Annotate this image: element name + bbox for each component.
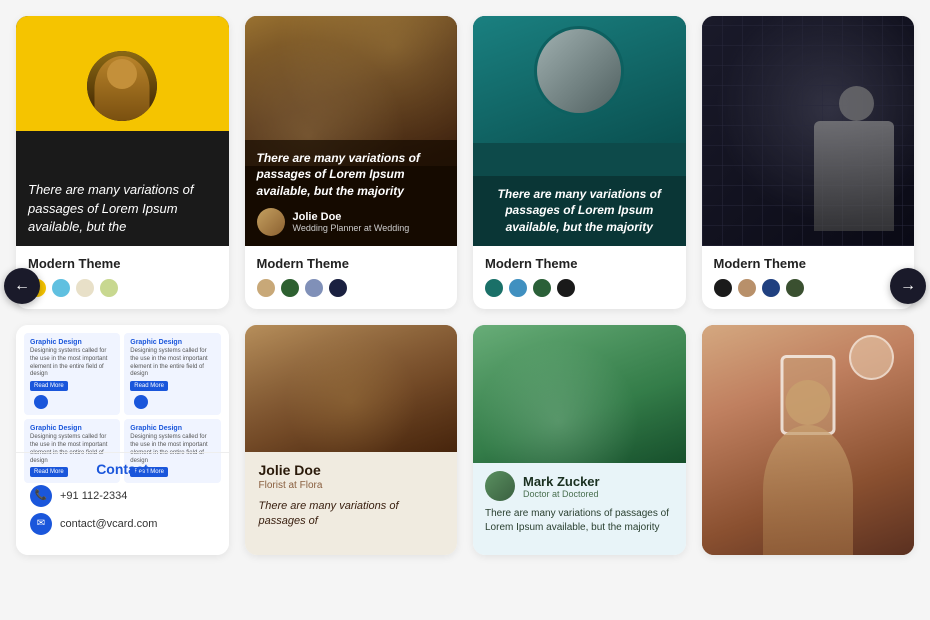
card6-quote: There are many variations of passages of	[259, 499, 444, 530]
card7-text: There are many variations of passages of…	[485, 507, 674, 535]
card7-name: Mark Zucker	[523, 474, 600, 489]
card-3-colors	[485, 279, 674, 297]
color-dot[interactable]	[738, 279, 756, 297]
nav-left-arrow[interactable]: ←	[4, 268, 40, 304]
nav-right-arrow[interactable]: →	[890, 268, 926, 304]
card-5-image: Graphic Design Designing systems called …	[16, 325, 229, 555]
color-dot[interactable]	[305, 279, 323, 297]
card-4-theme: Modern Theme	[714, 256, 903, 271]
card-7-image: Mark Zucker Doctor at Doctored There are…	[473, 325, 686, 555]
card2-author: Jolie Doe Wedding Planner at Wedding	[257, 208, 446, 236]
card-1-body: Modern Theme	[16, 246, 229, 309]
color-dot[interactable]	[485, 279, 503, 297]
color-dot[interactable]	[281, 279, 299, 297]
card-2-colors	[257, 279, 446, 297]
card-7: Mark Zucker Doctor at Doctored There are…	[473, 325, 686, 555]
card-2: There are many variations of passages of…	[245, 16, 458, 309]
card7-author: Mark Zucker Doctor at Doctored	[485, 471, 674, 501]
card-1-theme: Modern Theme	[28, 256, 217, 271]
color-dot[interactable]	[786, 279, 804, 297]
card-2-body: Modern Theme	[245, 246, 458, 309]
card5-phone-item: 📞 +91 112-2334	[30, 485, 215, 507]
card6-role: Florist at Flora	[259, 480, 444, 491]
card2-avatar	[257, 208, 285, 236]
card5-mini-1: Graphic Design Designing systems called …	[24, 333, 120, 415]
card-3: There are many variations of passages of…	[473, 16, 686, 309]
color-dot[interactable]	[533, 279, 551, 297]
color-dot[interactable]	[714, 279, 732, 297]
color-dot[interactable]	[557, 279, 575, 297]
card-8-image	[702, 325, 915, 555]
card-1: There are many variations of passages of…	[16, 16, 229, 309]
card-4-colors	[714, 279, 903, 297]
card6-name: Jolie Doe	[259, 462, 444, 478]
card5-contact-title: Contact	[30, 461, 215, 477]
card-6-image: Jolie Doe Florist at Flora There are man…	[245, 325, 458, 555]
phone-icon: 📞	[30, 485, 52, 507]
card-3-theme: Modern Theme	[485, 256, 674, 271]
card3-quote: There are many variations of passages of…	[487, 186, 672, 236]
card2-author-role: Wedding Planner at Wedding	[293, 223, 410, 233]
color-dot[interactable]	[76, 279, 94, 297]
card7-role: Doctor at Doctored	[523, 489, 600, 499]
card-8	[702, 325, 915, 555]
card5-email-item: ✉ contact@vcard.com	[30, 513, 215, 535]
card5-mini-2: Graphic Design Designing systems called …	[124, 333, 220, 415]
card-3-body: Modern Theme	[473, 246, 686, 309]
card-3-image: There are many variations of passages of…	[473, 16, 686, 246]
card2-quote: There are many variations of passages of…	[257, 150, 446, 200]
email-icon: ✉	[30, 513, 52, 535]
card-2-image: There are many variations of passages of…	[245, 16, 458, 246]
card-5: Graphic Design Designing systems called …	[16, 325, 229, 555]
card-1-colors	[28, 279, 217, 297]
card-4: Modern Theme	[702, 16, 915, 309]
card7-avatar	[485, 471, 515, 501]
card8-mirror	[849, 335, 894, 380]
color-dot[interactable]	[762, 279, 780, 297]
color-dot[interactable]	[100, 279, 118, 297]
card2-author-name: Jolie Doe	[293, 211, 410, 223]
card-4-body: Modern Theme	[702, 246, 915, 309]
card5-email: contact@vcard.com	[60, 518, 157, 530]
card5-phone: +91 112-2334	[60, 490, 127, 502]
color-dot[interactable]	[329, 279, 347, 297]
card-2-theme: Modern Theme	[257, 256, 446, 271]
card-4-image	[702, 16, 915, 246]
color-dot[interactable]	[52, 279, 70, 297]
color-dot[interactable]	[257, 279, 275, 297]
card-1-image: There are many variations of passages of…	[16, 16, 229, 246]
color-dot[interactable]	[509, 279, 527, 297]
card-6: Jolie Doe Florist at Flora There are man…	[245, 325, 458, 555]
card1-quote: There are many variations of passages of…	[28, 181, 217, 236]
